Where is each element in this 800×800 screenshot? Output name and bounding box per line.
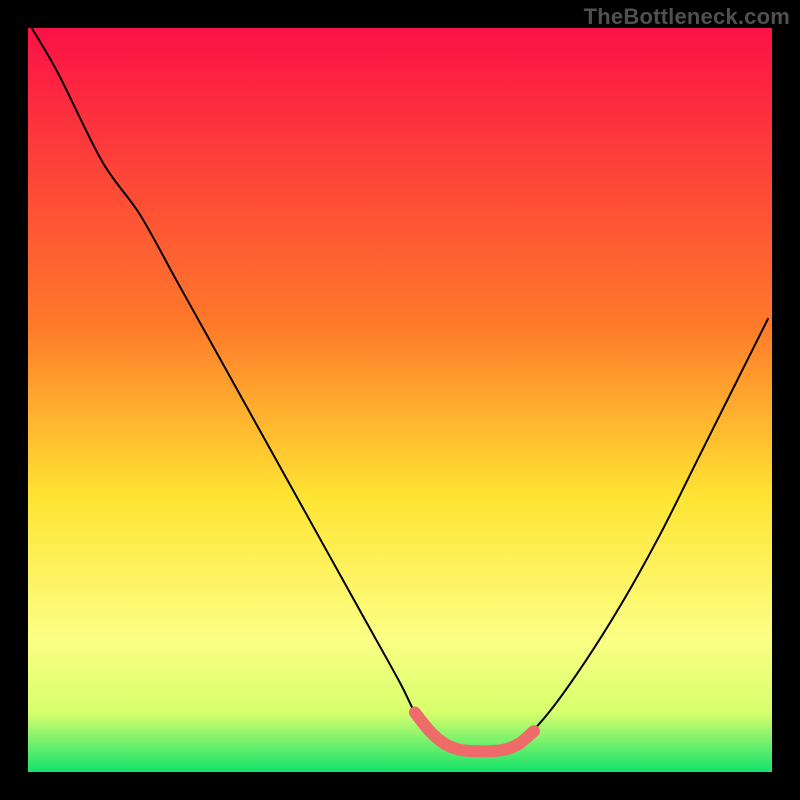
plot-frame <box>28 28 772 772</box>
chart-svg <box>28 28 772 772</box>
gradient-background <box>28 28 772 772</box>
watermark-text: TheBottleneck.com <box>584 4 790 30</box>
chart-container: TheBottleneck.com <box>0 0 800 800</box>
